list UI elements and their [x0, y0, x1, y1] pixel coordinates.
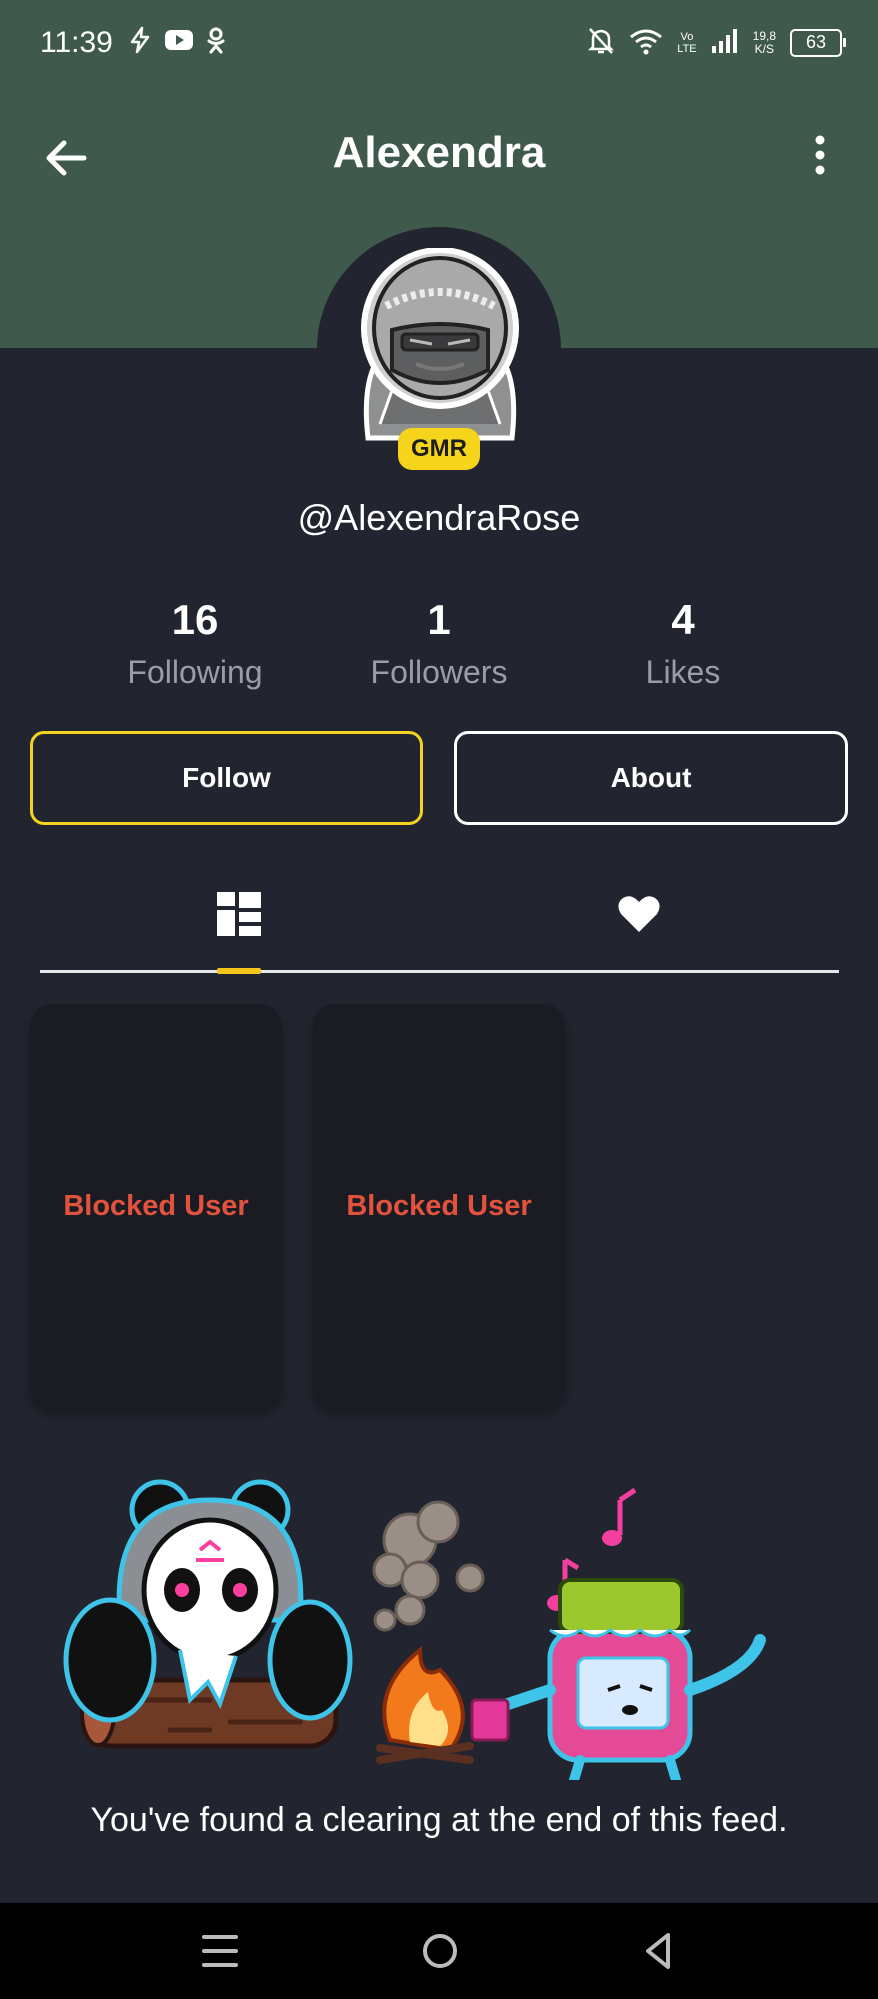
system-navigation-bar: [0, 1903, 878, 1999]
blocked-user-label: Blocked User: [346, 1189, 532, 1222]
followers-label: Followers: [370, 654, 508, 690]
recent-apps-button[interactable]: [190, 1923, 250, 1979]
likes-count: 4: [671, 596, 695, 643]
end-of-feed-message: You've found a clearing at the end of th…: [90, 1801, 788, 1839]
wifi-icon: [629, 27, 663, 58]
campfire-icon: [376, 1645, 474, 1764]
youtube-icon: [164, 29, 194, 56]
tab-selected-indicator: [217, 968, 261, 974]
stat-likes[interactable]: 4 Likes: [563, 596, 803, 691]
tab-liked[interactable]: [579, 876, 699, 952]
about-button[interactable]: About: [454, 731, 848, 825]
hooded-character-avatar: [361, 247, 519, 441]
circle-home-icon: [423, 1934, 457, 1968]
follow-button[interactable]: Follow: [30, 731, 423, 825]
followers-count: 1: [427, 596, 451, 643]
battery-indicator: 63: [790, 28, 846, 57]
menu-lines-icon: [202, 1935, 238, 1967]
gmr-badge: GMR: [398, 428, 480, 470]
stat-following[interactable]: 16 Following: [75, 596, 315, 691]
grid-icon: [217, 892, 261, 936]
following-label: Following: [127, 654, 263, 690]
flash-icon: [128, 26, 152, 59]
more-options-button[interactable]: [800, 128, 840, 188]
mute-notifications-icon: [587, 26, 615, 59]
tab-posts[interactable]: [179, 876, 299, 952]
panda-character-icon: [63, 1479, 353, 1723]
avatar[interactable]: [340, 247, 540, 448]
home-button[interactable]: [410, 1923, 470, 1979]
more-vertical-icon: [815, 135, 825, 175]
likes-label: Likes: [645, 654, 721, 690]
blocked-user-label: Blocked User: [63, 1189, 249, 1222]
volte-indicator: Vo LTE: [677, 30, 697, 55]
tab-divider: [40, 970, 839, 973]
signal-icon: [711, 28, 739, 57]
triangle-back-icon: [646, 1933, 670, 1969]
stat-followers[interactable]: 1 Followers: [319, 596, 559, 691]
following-count: 16: [171, 596, 219, 643]
jam-jar-character-icon: [470, 1578, 766, 1785]
username-handle: @AlexendraRose: [297, 497, 581, 538]
odnoklassniki-icon: [206, 26, 226, 59]
post-card[interactable]: Blocked User: [313, 1004, 565, 1408]
page-title: Alexendra: [332, 128, 546, 177]
post-card[interactable]: Blocked User: [30, 1004, 282, 1408]
network-speed: 19,8 K/S: [752, 28, 776, 56]
smoke-icon: [372, 1500, 485, 1632]
status-time: 11:39: [40, 26, 113, 59]
system-back-button[interactable]: [630, 1923, 690, 1979]
status-bar: 11:39 Vo LTE 19,8 K/S 63: [0, 0, 878, 88]
end-of-feed-illustration: [60, 1460, 820, 1785]
heart-icon: [618, 896, 660, 932]
